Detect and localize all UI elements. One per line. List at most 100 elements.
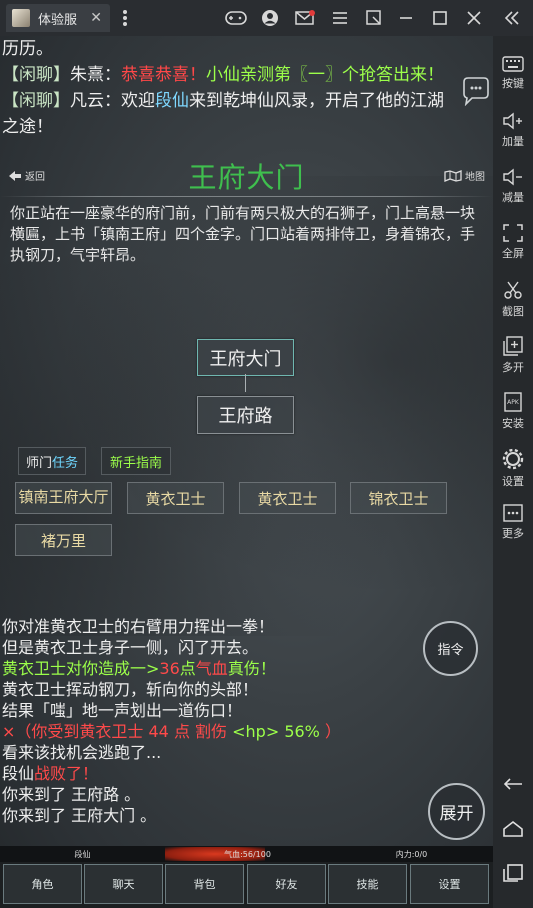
- bag-button[interactable]: 背包: [165, 864, 244, 904]
- log-text: 黄衣卫士对你造成一>: [2, 659, 160, 678]
- log-line: 黄衣卫士对你造成一>36点气血真伤！: [2, 658, 422, 679]
- neili-value: 内力:0/0: [395, 849, 428, 859]
- log-text: 气血: [195, 659, 228, 678]
- android-recents-button[interactable]: [493, 860, 533, 886]
- maximize-icon[interactable]: [428, 6, 452, 30]
- svg-text:APK: APK: [507, 399, 520, 406]
- more-icon: [503, 504, 523, 522]
- close-tab-icon[interactable]: ✕: [90, 10, 102, 26]
- scissors-icon: [504, 281, 522, 299]
- chat-channel-tag: 【闲聊】: [2, 91, 70, 111]
- log-line: 你来到了 王府路 。: [2, 785, 141, 804]
- friends-button[interactable]: 好友: [247, 864, 326, 904]
- close-window-icon[interactable]: [462, 6, 486, 30]
- sidebar-fullscreen-button[interactable]: 全屏: [493, 220, 533, 270]
- menu-icon[interactable]: [328, 6, 352, 30]
- sidebar-install-apk-button[interactable]: APK 安装: [493, 388, 533, 438]
- gamepad-icon[interactable]: [224, 6, 248, 30]
- log-line: 你来到了 王府大门 。: [2, 806, 157, 825]
- minimize-icon[interactable]: [394, 6, 418, 30]
- multi-window-icon: [503, 336, 523, 356]
- log-line: 看来该找机会逃跑了...: [2, 743, 162, 762]
- player-name: 段仙: [74, 849, 91, 859]
- log-line: 你对准黄衣卫士的右臂用力挥出一拳！: [2, 617, 275, 636]
- divider: [0, 196, 493, 197]
- log-line: 结果「嗤」地一声划出一道伤口！: [2, 701, 243, 720]
- log-text: 点: [179, 659, 196, 678]
- home-icon: [503, 820, 523, 837]
- log-text: 战败了！: [34, 764, 99, 783]
- chat-channel-tag: 【闲聊】: [2, 65, 70, 85]
- sidebar-more-button[interactable]: 更多: [493, 500, 533, 550]
- master-task-label: 师门: [25, 455, 52, 471]
- chat-bubble-icon[interactable]: [460, 76, 490, 107]
- chat-button[interactable]: 聊天: [84, 864, 163, 904]
- log-line: 但是黄衣卫士身子一侧，闪了开去。: [2, 638, 259, 657]
- sidebar-volume-down-button[interactable]: 减量: [493, 164, 533, 214]
- role-button[interactable]: 角色: [3, 864, 82, 904]
- log-text: 段仙: [2, 764, 35, 783]
- master-task-button[interactable]: 师门 任务: [18, 447, 86, 475]
- chat-sender[interactable]: 凡云：: [70, 91, 121, 111]
- sidebar-label: 安装: [502, 417, 524, 430]
- npc-button[interactable]: 镇南王府大厅: [15, 482, 112, 514]
- app-avatar-icon: [12, 9, 30, 27]
- sidebar-screenshot-button[interactable]: 截图: [493, 276, 533, 326]
- log-text: ×（你受到黄衣卫士 44 点 割伤: [2, 722, 228, 741]
- android-back-button[interactable]: [493, 772, 533, 798]
- map-button[interactable]: 地图: [444, 168, 485, 183]
- pin-window-icon[interactable]: [362, 6, 386, 30]
- expand-button[interactable]: 展开: [428, 783, 485, 840]
- combat-log[interactable]: 你对准黄衣卫士的右臂用力挥出一拳！ 但是黄衣卫士身子一侧，闪了开去。 黄衣卫士对…: [2, 616, 422, 826]
- npc-button[interactable]: 锦衣卫士: [350, 482, 447, 514]
- recents-icon: [503, 864, 523, 882]
- android-home-button[interactable]: [493, 816, 533, 842]
- map-connector: [245, 374, 246, 392]
- scene-title: 王府大门: [188, 161, 305, 194]
- chat-line: 【闲聊】凡云：欢迎段仙来到乾坤仙风录，开启了他的江湖: [2, 88, 491, 114]
- npc-button[interactable]: 黄衣卫士: [239, 482, 336, 514]
- npc-button[interactable]: 褚万里: [15, 524, 112, 556]
- more-vertical-icon[interactable]: [113, 6, 137, 30]
- sidebar-label: 更多: [502, 527, 524, 540]
- npc-button[interactable]: 黄衣卫士: [127, 482, 224, 514]
- chat-panel[interactable]: 历历。 【闲聊】朱熹：恭喜恭喜！小仙亲测第〖一〗个抢答出来！ 【闲聊】凡云：欢迎…: [2, 36, 491, 140]
- app-tab-title: 体验服: [38, 12, 78, 28]
- back-arrow-icon: [503, 778, 522, 790]
- log-line: 黄衣卫士挥动钢刀，斩向你的头部！: [2, 680, 259, 699]
- player-link[interactable]: 段仙: [155, 91, 189, 111]
- chat-text: 小仙亲测第〖一〗个抢答出来！: [206, 65, 444, 85]
- map-label: 地图: [465, 172, 485, 183]
- apk-icon: APK: [504, 392, 522, 412]
- chat-text: 欢迎: [121, 91, 155, 111]
- chat-line: 【闲聊】朱熹：恭喜恭喜！小仙亲测第〖一〗个抢答出来！: [2, 62, 491, 88]
- newbie-guide-button[interactable]: 新手指南: [101, 447, 171, 475]
- map-room-current[interactable]: 王府大门: [197, 339, 294, 376]
- sidebar-settings-button[interactable]: 设置: [493, 444, 533, 494]
- command-button[interactable]: 指令: [423, 621, 478, 676]
- user-account-icon[interactable]: [258, 6, 282, 30]
- sidebar-label: 加量: [502, 135, 524, 148]
- map-room-south[interactable]: 王府路: [197, 396, 294, 434]
- log-text: 真伤！: [227, 659, 276, 678]
- scene-header: 返回 王府大门 地图: [0, 152, 493, 200]
- sidebar-keymap-button[interactable]: 按键: [493, 52, 533, 102]
- chat-text: 来到乾坤仙风录，开启了他的江湖: [189, 91, 444, 111]
- sidebar-volume-up-button[interactable]: 加量: [493, 108, 533, 158]
- log-line: 段仙战败了！: [2, 763, 422, 784]
- chat-text: 历历。: [2, 39, 53, 59]
- chat-sender[interactable]: 朱熹：: [70, 65, 121, 85]
- chat-text: 之途！: [2, 117, 53, 137]
- skills-button[interactable]: 技能: [328, 864, 407, 904]
- app-tab[interactable]: 体验服 ✕: [6, 4, 110, 32]
- log-line: ×（你受到黄衣卫士 44 点 割伤 <hp> 56% ）: [2, 721, 422, 742]
- sidebar-multi-instance-button[interactable]: 多开: [493, 332, 533, 382]
- status-bar: 段仙 气血:56/100 内力:0/0: [0, 846, 493, 862]
- collapse-sidebar-icon[interactable]: [500, 6, 524, 30]
- qi-value: 气血:56/100: [224, 849, 271, 859]
- log-hp: <hp> 56%: [232, 722, 320, 741]
- bottom-menu: 角色 聊天 背包 好友 技能 设置: [0, 862, 493, 908]
- settings-button[interactable]: 设置: [410, 864, 489, 904]
- mail-icon[interactable]: [293, 6, 317, 30]
- map-icon: [444, 169, 462, 182]
